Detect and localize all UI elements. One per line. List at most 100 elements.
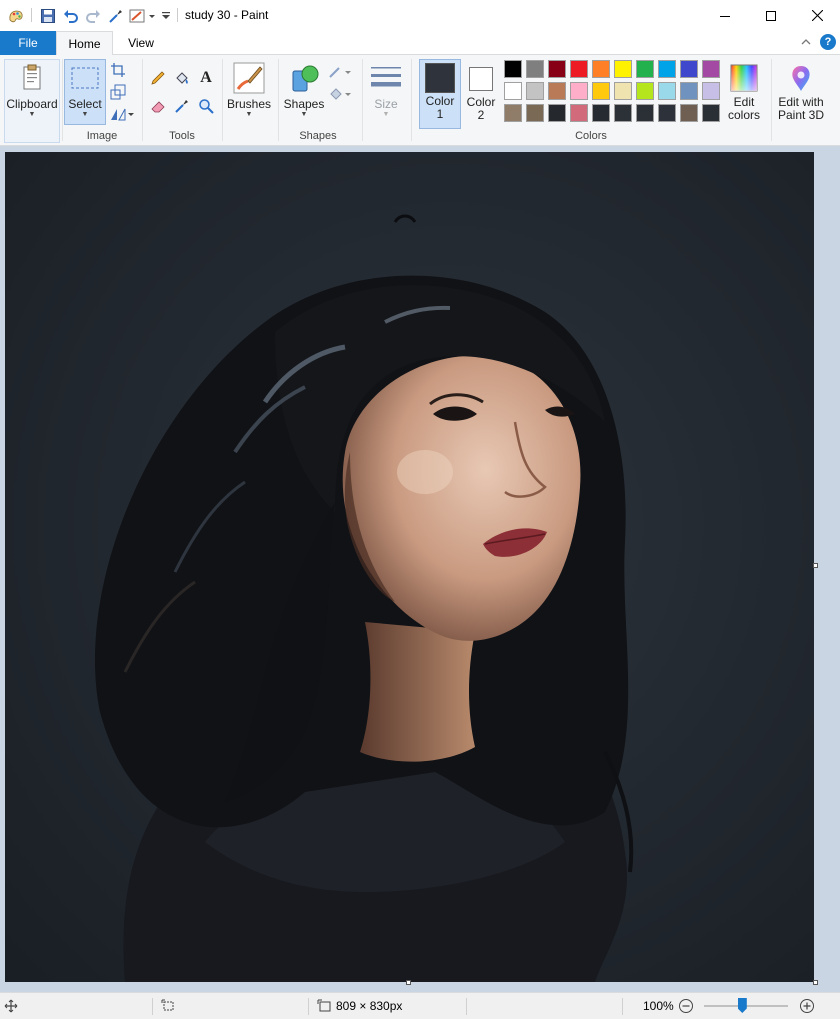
crop-icon[interactable]: [109, 61, 127, 79]
palette-swatch[interactable]: [570, 104, 588, 122]
chevron-down-icon: ▼: [81, 111, 89, 118]
shapes-button[interactable]: Shapes ▼: [282, 59, 326, 119]
separator: [411, 59, 412, 141]
palette-swatch[interactable]: [658, 104, 676, 122]
palette-swatch[interactable]: [614, 82, 632, 100]
save-icon[interactable]: [38, 6, 58, 26]
clipboard-label: Clipboard: [6, 97, 58, 111]
palette-swatch[interactable]: [658, 82, 676, 100]
collapse-ribbon-icon[interactable]: [798, 34, 814, 50]
size-button[interactable]: Size ▼: [367, 59, 405, 119]
tools-group-label: Tools: [169, 130, 195, 142]
palette-swatch[interactable]: [702, 60, 720, 78]
color2-button[interactable]: Color 2: [462, 59, 500, 122]
resize-handle-bottom[interactable]: [406, 980, 411, 985]
quick-access-brush-icon[interactable]: [128, 6, 156, 26]
text-icon[interactable]: A: [197, 69, 215, 87]
chevron-down-icon: ▼: [300, 111, 308, 118]
cursor-position-icon: [4, 999, 18, 1016]
palette-swatch[interactable]: [592, 104, 610, 122]
color1-swatch: [425, 63, 455, 93]
palette-swatch[interactable]: [636, 82, 654, 100]
palette-swatch[interactable]: [680, 60, 698, 78]
palette-swatch[interactable]: [548, 82, 566, 100]
palette-swatch[interactable]: [680, 82, 698, 100]
color1-button[interactable]: Color 1: [419, 59, 461, 129]
palette-swatch[interactable]: [592, 82, 610, 100]
customize-quick-access-icon[interactable]: [158, 6, 174, 26]
palette-swatch[interactable]: [614, 104, 632, 122]
select-button[interactable]: Select ▼: [64, 59, 106, 125]
palette-swatch[interactable]: [614, 60, 632, 78]
tab-file[interactable]: File: [0, 31, 56, 55]
paint3d-label-line2: Paint 3D: [777, 108, 825, 122]
select-label: Select: [68, 97, 102, 111]
tab-home[interactable]: Home: [56, 31, 113, 56]
separator: [362, 59, 363, 141]
minimize-button[interactable]: [702, 0, 748, 31]
palette-swatch[interactable]: [570, 82, 588, 100]
canvas-workspace: [0, 146, 840, 992]
palette-swatch[interactable]: [636, 60, 654, 78]
title-bar: study 30 - Paint: [0, 0, 840, 31]
color2-swatch: [469, 67, 493, 91]
palette-swatch[interactable]: [636, 104, 654, 122]
paint-app-icon[interactable]: [6, 6, 26, 26]
selection-size-icon: [161, 999, 175, 1016]
close-button[interactable]: [794, 0, 840, 31]
brush-icon: [233, 62, 265, 94]
separator: [308, 998, 309, 1015]
outline-icon[interactable]: [328, 63, 352, 81]
palette-swatch[interactable]: [504, 82, 522, 100]
drawing-canvas[interactable]: [5, 152, 814, 982]
zoom-in-button[interactable]: [799, 998, 815, 1017]
edit-colors-label-line2: colors: [727, 108, 760, 122]
fill-icon[interactable]: [328, 85, 352, 103]
palette-swatch[interactable]: [658, 60, 676, 78]
color-picker-icon[interactable]: [173, 97, 191, 115]
shapes-icon: [292, 65, 319, 92]
palette-swatch[interactable]: [526, 60, 544, 78]
palette-swatch[interactable]: [680, 104, 698, 122]
image-size-text: 809 × 830px: [336, 999, 403, 1013]
pencil-icon[interactable]: [149, 69, 167, 87]
palette-swatch[interactable]: [504, 60, 522, 78]
palette-swatch[interactable]: [592, 60, 610, 78]
palette-swatch[interactable]: [504, 104, 522, 122]
maximize-button[interactable]: [748, 0, 794, 31]
zoom-out-button[interactable]: [678, 998, 694, 1017]
color1-number: 1: [436, 107, 444, 121]
resize-icon[interactable]: [109, 83, 127, 101]
palette-swatch[interactable]: [702, 82, 720, 100]
palette-swatch[interactable]: [702, 104, 720, 122]
help-button[interactable]: ?: [820, 34, 836, 50]
resize-handle-right[interactable]: [813, 563, 818, 568]
palette-swatch[interactable]: [548, 104, 566, 122]
clipboard-button[interactable]: Clipboard ▼: [4, 59, 60, 143]
zoom-slider-thumb[interactable]: [737, 998, 747, 1013]
chevron-down-icon: ▼: [28, 111, 36, 118]
separator: [222, 59, 223, 141]
colors-group-label: Colors: [575, 130, 607, 142]
magnifier-icon[interactable]: [197, 97, 215, 115]
window-title: study 30 - Paint: [185, 8, 269, 22]
separator: [62, 59, 63, 141]
palette-swatch[interactable]: [570, 60, 588, 78]
brushes-button[interactable]: Brushes ▼: [226, 59, 272, 119]
tab-view[interactable]: View: [116, 31, 166, 55]
select-rectangle-icon: [71, 67, 99, 89]
eraser-icon[interactable]: [149, 97, 167, 115]
edit-colors-button[interactable]: Edit colors: [723, 59, 765, 122]
color-picker-icon[interactable]: [106, 6, 126, 26]
edit-with-paint3d-button[interactable]: Edit with Paint 3D: [774, 59, 828, 122]
undo-icon[interactable]: [61, 6, 81, 26]
rotate-icon[interactable]: [109, 105, 135, 123]
resize-handle-corner[interactable]: [813, 980, 818, 985]
status-bar: 809 × 830px 100%: [0, 992, 840, 1019]
palette-swatch[interactable]: [526, 82, 544, 100]
fill-bucket-icon[interactable]: [173, 69, 191, 87]
redo-icon[interactable]: [83, 6, 103, 26]
palette-swatch[interactable]: [548, 60, 566, 78]
separator: [177, 8, 178, 22]
palette-swatch[interactable]: [526, 104, 544, 122]
